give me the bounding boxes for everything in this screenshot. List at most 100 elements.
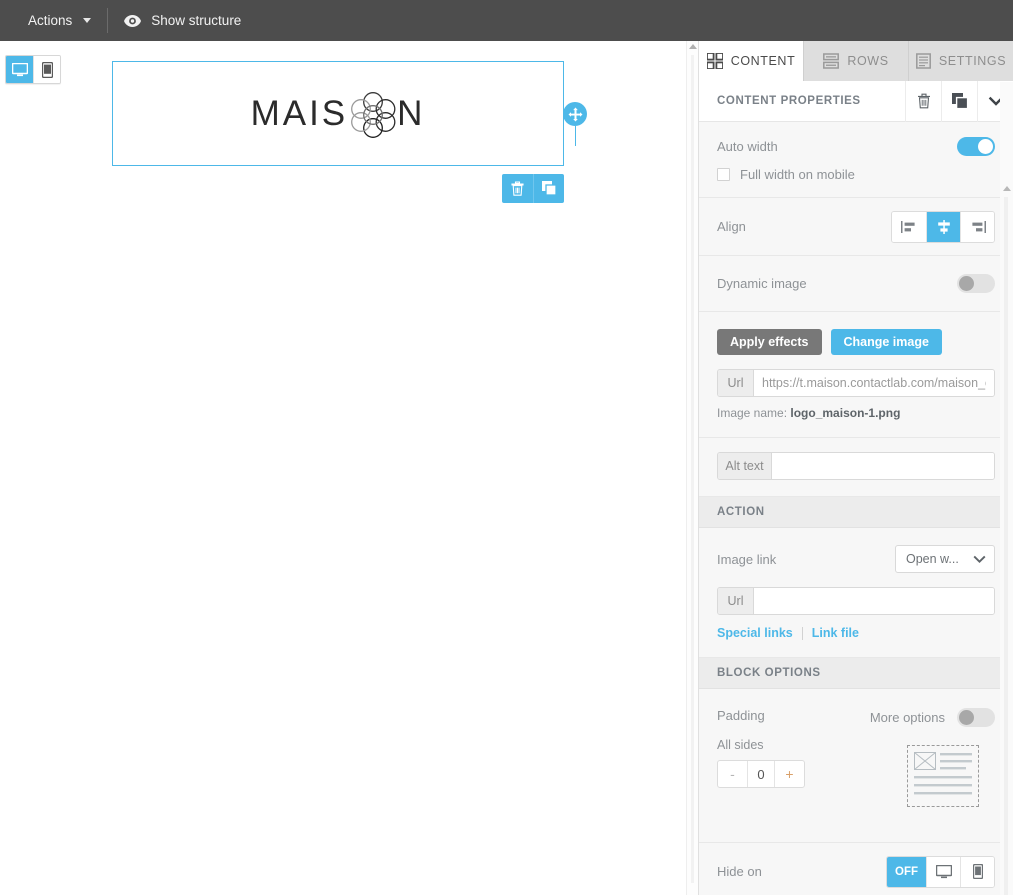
flower-logo-icon [351,91,396,138]
auto-width-row: Auto width Full width on mobile [699,122,1013,198]
mobile-preview-button[interactable] [33,56,60,83]
logo-text-end: N [397,93,426,133]
align-left-icon [901,220,915,233]
delete-block-button[interactable] [502,174,533,203]
padding-label: Padding [717,708,765,723]
trash-icon [917,93,930,109]
properties-panel: CONTENT ROWS SETTINGS CONTENT PROPERTIES [698,41,1013,895]
align-right-button[interactable] [960,211,994,242]
alt-text-input[interactable] [772,453,994,479]
panel-tabs: CONTENT ROWS SETTINGS [699,41,1013,81]
toggle-knob [959,710,974,725]
alt-text-field-group: Alt text [717,452,995,480]
trash-icon [511,181,524,196]
image-source-row: Apply effects Change image Url Image nam… [699,312,1013,438]
tab-settings[interactable]: SETTINGS [909,41,1013,81]
full-width-mobile-checkbox[interactable] [717,168,730,181]
desktop-preview-button[interactable] [6,56,33,83]
padding-decrease-button[interactable]: - [718,761,747,787]
device-preview-toggle [5,55,61,84]
maison-logo: MAIS N [251,89,426,139]
auto-width-toggle[interactable] [957,137,995,156]
image-link-row: Image link Open w... Url Special links L… [699,528,1013,658]
dynamic-image-toggle[interactable] [957,274,995,293]
image-name-row: Image name: logo_maison-1.png [717,406,995,420]
hide-on-row: Hide on OFF [699,843,1013,895]
image-link-select[interactable]: Open w... [895,545,995,573]
image-url-field-group: Url [717,369,995,397]
tab-content[interactable]: CONTENT [699,41,804,81]
tab-settings-label: SETTINGS [938,54,1007,68]
duplicate-icon [541,181,557,196]
block-toolbar [502,174,564,203]
image-link-label: Image link [717,551,777,567]
image-block-wrapper: MAIS N [112,61,587,203]
align-segmented-control [891,210,995,243]
show-structure-button[interactable]: Show structure [108,0,257,41]
link-file-link[interactable]: Link file [812,626,859,640]
content-properties-header: CONTENT PROPERTIES [699,80,1013,122]
show-structure-label: Show structure [151,13,242,28]
delete-content-button[interactable] [905,80,941,122]
align-right-icon [971,220,986,233]
auto-width-label: Auto width [717,139,778,154]
image-url-input[interactable] [754,370,994,396]
image-block[interactable]: MAIS N [112,61,564,166]
canvas-scroll-track [691,55,694,883]
action-section-header: ACTION [699,497,1013,528]
apply-effects-button[interactable]: Apply effects [717,329,822,355]
mobile-icon [41,61,53,78]
align-center-button[interactable] [926,211,960,242]
action-url-input[interactable] [754,588,994,614]
actions-menu-button[interactable]: Actions [0,0,107,41]
mobile-icon [972,864,983,879]
padding-value[interactable]: 0 [747,761,775,787]
change-image-button[interactable]: Change image [830,329,942,355]
scroll-up-arrow-icon [689,44,697,49]
panel-scroll-track [1004,197,1008,895]
block-preview-thumbnail [907,745,979,807]
move-handle-stem [574,126,576,146]
duplicate-icon [951,93,968,109]
more-options-label: More options [869,710,945,725]
alt-text-row: Alt text [699,438,1013,497]
block-options-section-header: BLOCK OPTIONS [699,658,1013,689]
full-width-mobile-label: Full width on mobile [740,167,855,182]
toggle-knob [978,139,993,154]
move-icon [568,107,582,121]
tab-content-label: CONTENT [730,54,796,68]
more-options-toggle[interactable] [957,708,995,727]
hide-on-segmented-control: OFF [886,855,995,888]
tab-rows[interactable]: ROWS [804,41,909,81]
special-links-link[interactable]: Special links [717,626,793,640]
hide-on-off-button[interactable]: OFF [887,856,926,887]
align-left-button[interactable] [892,211,926,242]
top-toolbar: Actions Show structure [0,0,1013,41]
content-properties-title: CONTENT PROPERTIES [717,95,861,107]
padding-row: Padding All sides - 0 + More options [699,689,1013,843]
action-url-prefix-label: Url [718,588,754,614]
logo-text-start: MAIS [250,93,349,133]
desktop-icon [11,62,28,76]
alt-text-prefix-label: Alt text [718,453,772,479]
links-divider [801,626,803,640]
canvas-scrollbar[interactable] [686,41,698,895]
desktop-icon [935,864,952,878]
settings-icon [915,53,931,69]
align-row: Align [699,198,1013,256]
panel-scrollbar[interactable] [1000,82,1013,895]
actions-label: Actions [28,13,73,28]
dynamic-image-label: Dynamic image [717,276,807,291]
hide-on-label: Hide on [717,864,762,879]
toggle-knob [959,276,974,291]
padding-increase-button[interactable]: + [775,761,804,787]
action-url-field-group: Url [717,587,995,615]
move-handle[interactable] [563,102,587,126]
hide-on-mobile-button[interactable] [960,856,994,887]
eye-icon [124,14,142,27]
duplicate-block-button[interactable] [533,174,564,203]
hide-on-desktop-button[interactable] [926,856,960,887]
chevron-down-icon [83,18,92,23]
scroll-up-arrow-icon [1003,186,1011,191]
duplicate-content-button[interactable] [941,80,977,122]
